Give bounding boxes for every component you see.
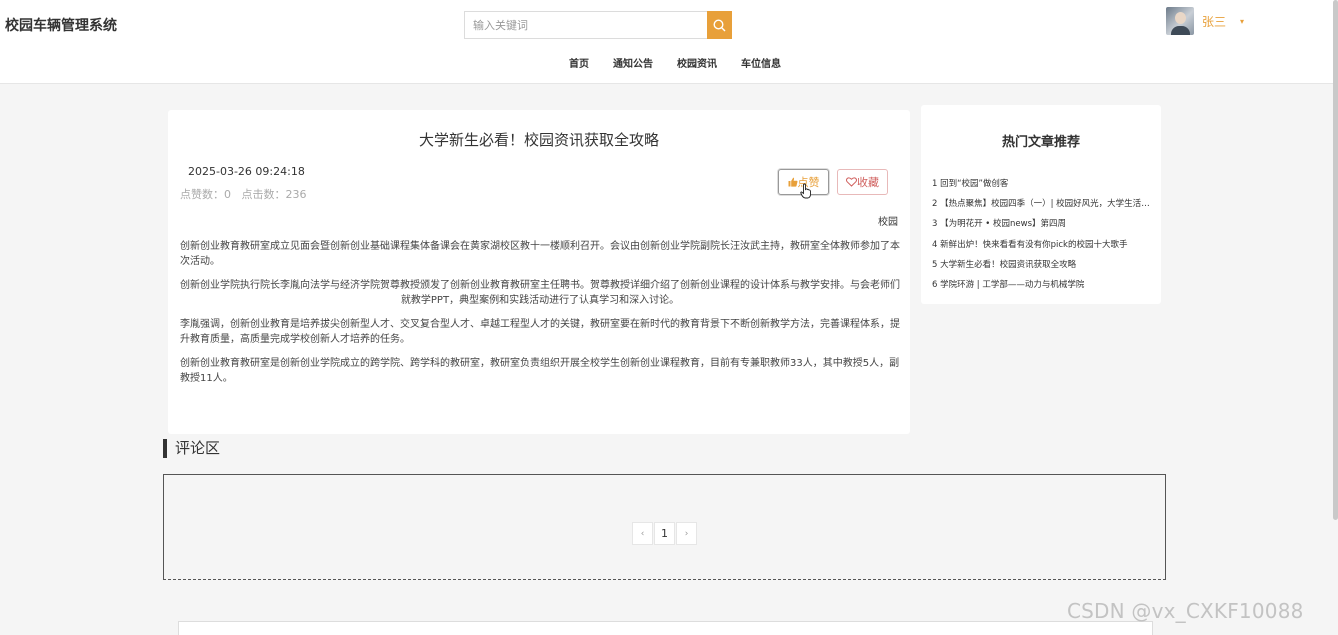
hot-articles-list: 1 回到“校园”做创客 2 【热点聚焦】校园四季（一）| 校园好风光，大学生活更…: [932, 174, 1154, 295]
main-nav: 首页 通知公告 校园资讯 车位信息: [0, 55, 1336, 70]
search-icon: [713, 18, 726, 31]
search-input[interactable]: [464, 11, 707, 39]
nav-item-campus-news[interactable]: 校园资讯: [677, 55, 717, 70]
user-menu[interactable]: 张三 ▾: [1166, 7, 1244, 35]
search-bar: [464, 11, 732, 39]
favorite-button[interactable]: 收藏: [837, 169, 888, 195]
article-title: 大学新生必看！校园资讯获取全攻略: [418, 131, 659, 149]
comment-section-heading: 评论区: [163, 439, 220, 458]
pagination: ‹ 1 ›: [632, 522, 697, 545]
article-body: 创新创业教育教研室成立见面会暨创新创业基础课程集体备课会在黄家湖校区教十一楼顺利…: [180, 239, 900, 395]
hot-article-item[interactable]: 5 大学新生必看！校园资讯获取全攻略: [932, 255, 1154, 275]
heart-icon: [846, 177, 857, 187]
thumbs-up-icon: [788, 177, 798, 187]
hand-cursor-icon: [800, 183, 811, 199]
pagination-page-1[interactable]: 1: [654, 522, 675, 545]
article-date: 2025-03-26 09:24:18: [188, 165, 305, 178]
watermark: CSDN @vx_CXKF10088: [1067, 599, 1304, 623]
article-paragraph: 创新创业教育教研室是创新创业学院成立的跨学院、跨学科的教研室，教研室负责组织开展…: [180, 358, 900, 384]
favorite-button-label: 收藏: [857, 177, 879, 189]
hot-article-item[interactable]: 6 学院环游 | 工学部——动力与机械学院: [932, 275, 1154, 295]
article-card: 大学新生必看！校园资讯获取全攻略 2025-03-26 09:24:18 点赞数…: [168, 110, 910, 434]
top-header: 校园车辆管理系统 张三 ▾ 首页 通知公告 校园资讯 车位信息: [0, 0, 1336, 84]
article-paragraph: 创新创业教育教研室成立见面会暨创新创业基础课程集体备课会在黄家湖校区教十一楼顺利…: [180, 241, 900, 267]
hot-article-item[interactable]: 3 【为明花开 • 校园news】第四周: [932, 214, 1154, 234]
comment-editor-toolbar[interactable]: [178, 621, 1153, 635]
article-tag: 校园: [878, 217, 898, 228]
site-title: 校园车辆管理系统: [5, 18, 117, 34]
comment-list: ‹ 1 ›: [163, 474, 1166, 580]
page-scrollbar[interactable]: [1333, 0, 1338, 520]
hot-articles-panel: 热门文章推荐 1 回到“校园”做创客 2 【热点聚焦】校园四季（一）| 校园好风…: [921, 105, 1161, 304]
pagination-prev-button[interactable]: ‹: [632, 522, 653, 545]
chevron-down-icon[interactable]: ▾: [1240, 17, 1244, 26]
hot-article-item[interactable]: 4 新鲜出炉！快来看看有没有你pick的校园十大歌手: [932, 235, 1154, 255]
article-paragraph: 创新创业学院执行院长李胤向法学与经济学院贺尊教授颁发了创新创业教育教研室主任聘书…: [180, 280, 900, 306]
article-paragraph: 李胤强调，创新创业教育是培养拔尖创新型人才、交叉复合型人才、卓越工程型人才的关键…: [180, 319, 900, 345]
hot-article-item[interactable]: 1 回到“校园”做创客: [932, 174, 1154, 194]
hot-articles-title: 热门文章推荐: [1001, 135, 1080, 150]
avatar[interactable]: [1166, 7, 1194, 35]
nav-item-notices[interactable]: 通知公告: [613, 55, 653, 70]
nav-item-home[interactable]: 首页: [569, 55, 589, 70]
hot-article-item[interactable]: 2 【热点聚焦】校园四季（一）| 校园好风光，大学生活更精彩: [932, 194, 1154, 214]
search-button[interactable]: [707, 11, 732, 39]
pagination-next-button[interactable]: ›: [676, 522, 697, 545]
user-name[interactable]: 张三: [1202, 13, 1226, 30]
nav-item-parking-info[interactable]: 车位信息: [741, 55, 781, 70]
article-stats: 点赞数：0 点击数：236: [180, 188, 307, 201]
